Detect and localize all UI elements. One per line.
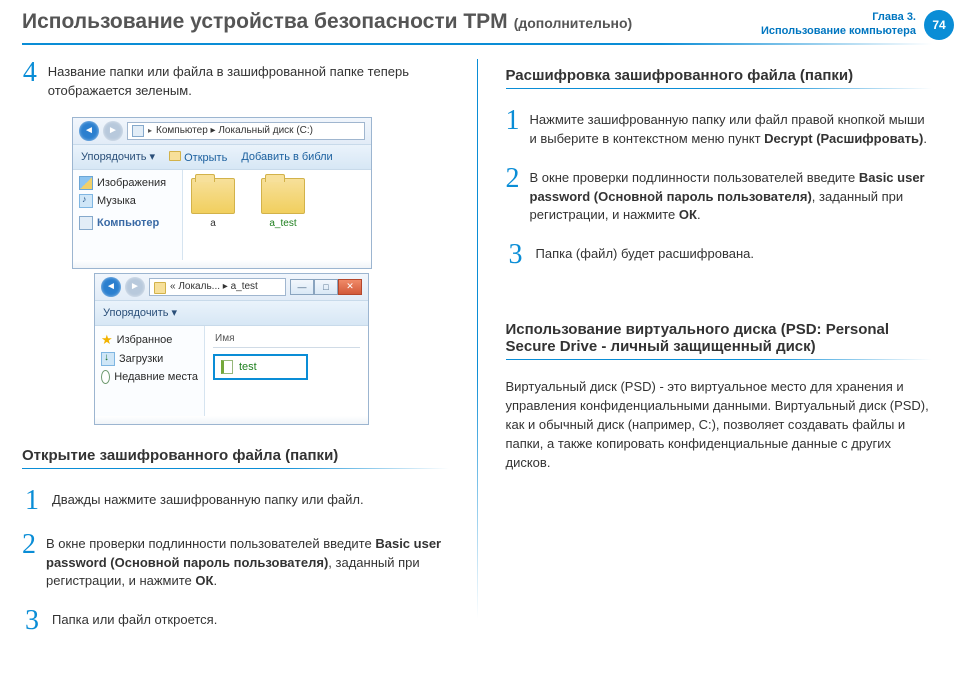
step-open-3-text: Папка или файл откроется. (52, 607, 217, 630)
step-open-3: 3 Папка или файл откроется. (22, 607, 449, 635)
step-number: 3 (506, 241, 526, 269)
step-number: 2 (506, 165, 520, 193)
nav-fwd-button[interactable]: ► (125, 277, 145, 297)
minimize-button[interactable]: — (290, 279, 314, 295)
chapter-line-1: Глава 3. (761, 11, 916, 25)
step-decrypt-1-text: Нажмите зашифрованную папку или файл пра… (530, 107, 933, 149)
sidebar-item-favorites[interactable]: ★Избранное (101, 330, 198, 350)
nav-back-button[interactable]: ◄ (79, 121, 99, 141)
sidebar-item-images[interactable]: Изображения (79, 174, 176, 192)
sidebar-item-music[interactable]: Музыка (79, 192, 176, 210)
step-4: 4 Название папки или файла в зашифрованн… (22, 59, 449, 101)
pictures-icon (79, 176, 93, 190)
file-icon (221, 360, 233, 374)
folder-content: a a_test (183, 170, 371, 260)
sidebar-item-recent[interactable]: Недавние места (101, 368, 198, 386)
step-number: 3 (22, 607, 42, 635)
maximize-button[interactable]: □ (314, 279, 338, 295)
section-rule (506, 359, 933, 360)
step-number: 1 (506, 107, 520, 135)
folder-icon (154, 282, 166, 294)
step-open-1-text: Дважды нажмите зашифрованную папку или ф… (52, 487, 364, 510)
section-rule (22, 468, 449, 469)
section-psd-heading: Использование виртуального диска (PSD: P… (506, 321, 933, 355)
folder-item-a-test[interactable]: a_test (261, 178, 305, 229)
file-item-test[interactable]: test (213, 354, 308, 380)
explorer-sidebar: Изображения Музыка Компьютер (73, 170, 183, 260)
step-number: 2 (22, 531, 36, 559)
step-open-2-text: В окне проверки подлинности пользователе… (46, 531, 449, 592)
step-open-2: 2 В окне проверки подлинности пользовате… (22, 531, 449, 592)
column-divider (477, 59, 478, 619)
folder-icon (169, 151, 181, 161)
command-bar: Упорядочить ▾ (95, 300, 368, 326)
computer-icon (79, 216, 93, 230)
command-bar: Упорядочить ▾ Открыть Добавить в библи (73, 144, 371, 170)
computer-icon (132, 125, 144, 137)
breadcrumb-text: « Локаль... ▸ a_test (170, 281, 258, 292)
nav-fwd-button[interactable]: ► (103, 121, 123, 141)
folder-icon (191, 178, 235, 214)
folder-content: Имя test (205, 326, 368, 416)
page-number-badge: 74 (924, 10, 954, 40)
open-link[interactable]: Открыть (169, 149, 227, 164)
step-decrypt-1: 1 Нажмите зашифрованную папку или файл п… (506, 107, 933, 149)
sidebar-item-computer[interactable]: Компьютер (79, 214, 176, 232)
explorer-window-1: ◄ ► ▸ Компьютер ▸ Локальный диск (C:) Уп… (72, 117, 372, 269)
explorer-window-2: ◄ ► « Локаль... ▸ a_test — □ ✕ Упорядочи… (94, 273, 369, 425)
column-header-name[interactable]: Имя (213, 330, 360, 348)
step-decrypt-3: 3 Папка (файл) будет расшифрована. (506, 241, 933, 269)
add-lib-link[interactable]: Добавить в библи (241, 151, 332, 163)
step-decrypt-2: 2 В окне проверки подлинности пользовате… (506, 165, 933, 226)
folder-label: a (210, 218, 216, 229)
window-controls: — □ ✕ (290, 279, 362, 295)
close-button[interactable]: ✕ (338, 279, 362, 295)
step-number: 4 (22, 59, 38, 87)
page-header: Использование устройства безопасности TP… (0, 0, 954, 43)
step-decrypt-3-text: Папка (файл) будет расшифрована. (536, 241, 754, 264)
breadcrumb-text: Компьютер ▸ Локальный диск (C:) (156, 125, 313, 136)
recent-icon (101, 370, 110, 384)
page-title: Использование устройства безопасности TP… (22, 10, 508, 34)
right-column: Расшифровка зашифрованного файла (папки)… (506, 59, 933, 651)
breadcrumb[interactable]: ▸ Компьютер ▸ Локальный диск (C:) (127, 122, 365, 140)
screenshot-mock: ◄ ► ▸ Компьютер ▸ Локальный диск (C:) Уп… (72, 117, 449, 425)
step-open-1: 1 Дважды нажмите зашифрованную папку или… (22, 487, 449, 515)
chapter-label: Глава 3. Использование компьютера (761, 11, 920, 39)
folder-label-encrypted: a_test (269, 218, 296, 229)
folder-item-a[interactable]: a (191, 178, 235, 229)
page-subtitle: (дополнительно) (514, 15, 633, 31)
section-rule (506, 88, 933, 89)
sort-menu[interactable]: Упорядочить ▾ (103, 306, 177, 319)
step-decrypt-2-text: В окне проверки подлинности пользователе… (530, 165, 933, 226)
psd-paragraph: Виртуальный диск (PSD) - это виртуальное… (506, 378, 933, 472)
explorer-sidebar: ★Избранное Загрузки Недавние места (95, 326, 205, 416)
file-label-encrypted: test (239, 361, 257, 373)
section-open-heading: Открытие зашифрованного файла (папки) (22, 447, 449, 464)
nav-back-button[interactable]: ◄ (101, 277, 121, 297)
folder-icon (261, 178, 305, 214)
sort-menu[interactable]: Упорядочить ▾ (81, 150, 155, 163)
section-decrypt-heading: Расшифровка зашифрованного файла (папки) (506, 67, 933, 84)
music-icon (79, 194, 93, 208)
content-columns: 4 Название папки или файла в зашифрованн… (0, 45, 954, 651)
downloads-icon (101, 352, 115, 366)
left-column: 4 Название папки или файла в зашифрованн… (22, 59, 449, 651)
step-4-text: Название папки или файла в зашифрованной… (48, 59, 449, 101)
breadcrumb[interactable]: « Локаль... ▸ a_test (149, 278, 286, 296)
step-number: 1 (22, 487, 42, 515)
star-icon: ★ (101, 332, 113, 348)
sidebar-item-downloads[interactable]: Загрузки (101, 350, 198, 368)
chapter-line-2: Использование компьютера (761, 25, 916, 39)
